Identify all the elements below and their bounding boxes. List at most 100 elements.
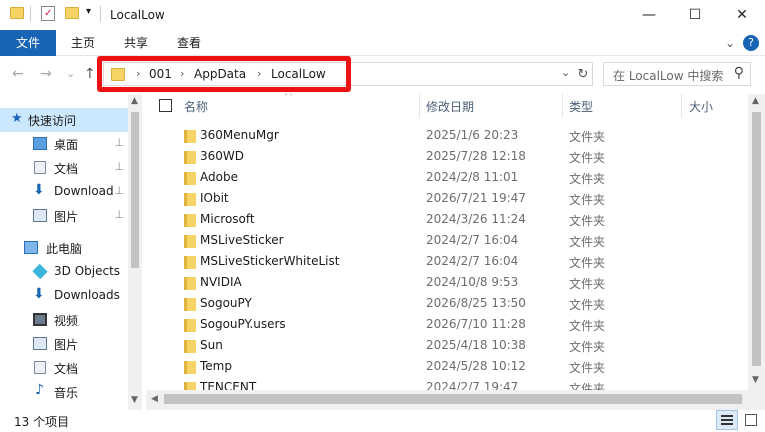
folder-icon — [184, 340, 196, 353]
horizontal-scroll-thumb[interactable] — [164, 394, 742, 404]
folder-icon — [184, 214, 196, 227]
scroll-down-icon[interactable]: ▼ — [131, 395, 138, 405]
picture-icon — [33, 337, 47, 350]
table-row[interactable]: TENCENT 2024/2/7 19:47 文件夹 — [150, 378, 748, 390]
file-list-scroll-thumb[interactable] — [752, 112, 761, 366]
sidebar-item-documents-pc[interactable]: 文档 — [0, 356, 128, 380]
table-row[interactable]: 360MenuMgr 2025/1/6 20:23 文件夹 — [150, 126, 748, 147]
sidebar-item-label: 文档 — [54, 362, 79, 376]
column-header-date[interactable]: 修改日期 — [426, 98, 474, 115]
file-name: Temp — [200, 359, 232, 373]
details-view-button[interactable] — [716, 410, 738, 430]
sort-indicator-icon: ^ — [284, 94, 294, 103]
star-icon: ★ — [11, 111, 23, 126]
picture-icon — [33, 209, 47, 222]
search-box[interactable]: 在 LocalLow 中搜索 ⚲ — [603, 62, 751, 86]
forward-button[interactable]: → — [40, 66, 52, 82]
table-row[interactable]: MSLiveSticker 2024/2/7 16:04 文件夹 — [150, 231, 748, 252]
search-input[interactable]: 在 LocalLow 中搜索 — [613, 67, 723, 84]
table-row[interactable]: Adobe 2024/2/8 11:01 文件夹 — [150, 168, 748, 189]
scroll-left-icon[interactable]: ◀ — [151, 394, 158, 404]
help-icon[interactable]: ? — [743, 35, 759, 51]
address-dropdown-icon[interactable]: ⌄ — [561, 66, 570, 79]
column-header-size[interactable]: 大小 — [689, 98, 713, 115]
file-type: 文件夹 — [569, 277, 606, 291]
file-name: Microsoft — [200, 212, 255, 226]
table-row[interactable]: SogouPY.users 2026/7/10 11:28 文件夹 — [150, 315, 748, 336]
sidebar-item-desktop[interactable]: 桌面 ⊥ — [0, 132, 128, 156]
sidebar-item-quick-access[interactable]: ★ 快速访问 — [0, 108, 128, 132]
column-header-name[interactable]: 名称 — [184, 98, 208, 115]
table-row[interactable]: Microsoft 2024/3/26 11:24 文件夹 — [150, 210, 748, 231]
tab-file[interactable]: 文件 — [0, 30, 56, 56]
table-row[interactable]: NVIDIA 2024/10/8 9:53 文件夹 — [150, 273, 748, 294]
table-row[interactable]: Sun 2025/4/18 10:38 文件夹 — [150, 336, 748, 357]
column-divider[interactable] — [681, 94, 682, 118]
sidebar-item-pictures[interactable]: 图片 ⊥ — [0, 204, 128, 228]
close-button[interactable]: ✕ — [719, 0, 765, 30]
sidebar-scroll-thumb[interactable] — [131, 112, 139, 268]
divider — [30, 6, 31, 22]
folder-icon — [184, 382, 196, 390]
table-row[interactable]: SogouPY 2026/8/25 13:50 文件夹 — [150, 294, 748, 315]
divider — [100, 6, 101, 22]
table-row[interactable]: IObit 2026/7/21 19:47 文件夹 — [150, 189, 748, 210]
folder-icon — [184, 235, 196, 248]
up-button[interactable]: ↑ — [84, 66, 96, 82]
sidebar-item-pictures-pc[interactable]: 图片 — [0, 332, 128, 356]
folder-icon — [184, 256, 196, 269]
file-name: MSLiveSticker — [200, 233, 284, 247]
sidebar-item-3d-objects[interactable]: 3D Objects — [0, 260, 128, 284]
file-name: NVIDIA — [200, 275, 242, 289]
new-folder-icon[interactable] — [65, 7, 79, 19]
file-type: 文件夹 — [569, 151, 606, 165]
properties-icon[interactable]: ✓ — [41, 6, 55, 21]
recent-locations-icon[interactable]: ⌄ — [66, 67, 75, 80]
ribbon-collapse-icon[interactable]: ⌄ — [722, 30, 738, 56]
tab-view[interactable]: 查看 — [168, 30, 210, 56]
search-icon: ⚲ — [733, 65, 744, 81]
pin-icon: ⊥ — [114, 184, 124, 197]
sidebar-item-downloads[interactable]: ⬇ Downloads — [0, 284, 128, 308]
sidebar-item-this-pc[interactable]: 此电脑 — [0, 236, 128, 260]
download-icon: ⬇ — [33, 286, 45, 302]
minimize-button[interactable]: — — [626, 0, 672, 30]
file-name: TENCENT — [200, 380, 257, 390]
column-header-type[interactable]: 类型 — [569, 98, 593, 115]
sidebar-item-documents[interactable]: 文档 ⊥ — [0, 156, 128, 180]
file-type: 文件夹 — [569, 361, 606, 375]
tab-share[interactable]: 共享 — [115, 30, 157, 56]
sidebar-item-music[interactable]: ♪ 音乐 — [0, 380, 128, 404]
file-name: Adobe — [200, 170, 238, 184]
sidebar-item-videos[interactable]: 视频 — [0, 308, 128, 332]
quick-access-toolbar-dropdown-icon[interactable]: ▾ — [86, 6, 91, 17]
select-all-checkbox[interactable] — [159, 99, 172, 112]
column-divider[interactable] — [419, 94, 420, 118]
file-date: 2026/7/10 11:28 — [426, 317, 526, 331]
folder-icon — [184, 319, 196, 332]
highlight-box — [97, 56, 351, 92]
document-icon — [34, 161, 46, 174]
music-icon: ♪ — [35, 382, 44, 398]
scroll-up-icon[interactable]: ▲ — [131, 96, 138, 106]
table-row[interactable]: 360WD 2025/7/28 12:18 文件夹 — [150, 147, 748, 168]
large-icons-view-button[interactable] — [740, 410, 762, 430]
sidebar-item-label: 图片 — [54, 338, 79, 352]
refresh-button[interactable]: ↻ — [572, 62, 594, 86]
maximize-button[interactable]: ☐ — [672, 0, 718, 30]
sidebar-item-label: 桌面 — [54, 138, 79, 152]
file-type: 文件夹 — [569, 235, 606, 249]
scroll-down-icon[interactable]: ▼ — [752, 375, 759, 385]
sidebar-item-download[interactable]: ⬇ Download ⊥ — [0, 180, 128, 204]
table-row[interactable]: MSLiveStickerWhiteList 2024/2/7 16:04 文件夹 — [150, 252, 748, 273]
scroll-up-icon[interactable]: ▲ — [752, 96, 759, 106]
tab-home[interactable]: 主页 — [62, 30, 104, 56]
back-button[interactable]: ← — [12, 66, 24, 82]
file-type: 文件夹 — [569, 256, 606, 270]
video-icon — [33, 313, 47, 326]
status-bar: 13 个项目 — [0, 410, 765, 432]
sidebar-item-label: 图片 — [54, 210, 79, 224]
column-divider[interactable] — [562, 94, 563, 118]
table-row[interactable]: Temp 2024/5/28 10:12 文件夹 — [150, 357, 748, 378]
file-type: 文件夹 — [569, 172, 606, 186]
